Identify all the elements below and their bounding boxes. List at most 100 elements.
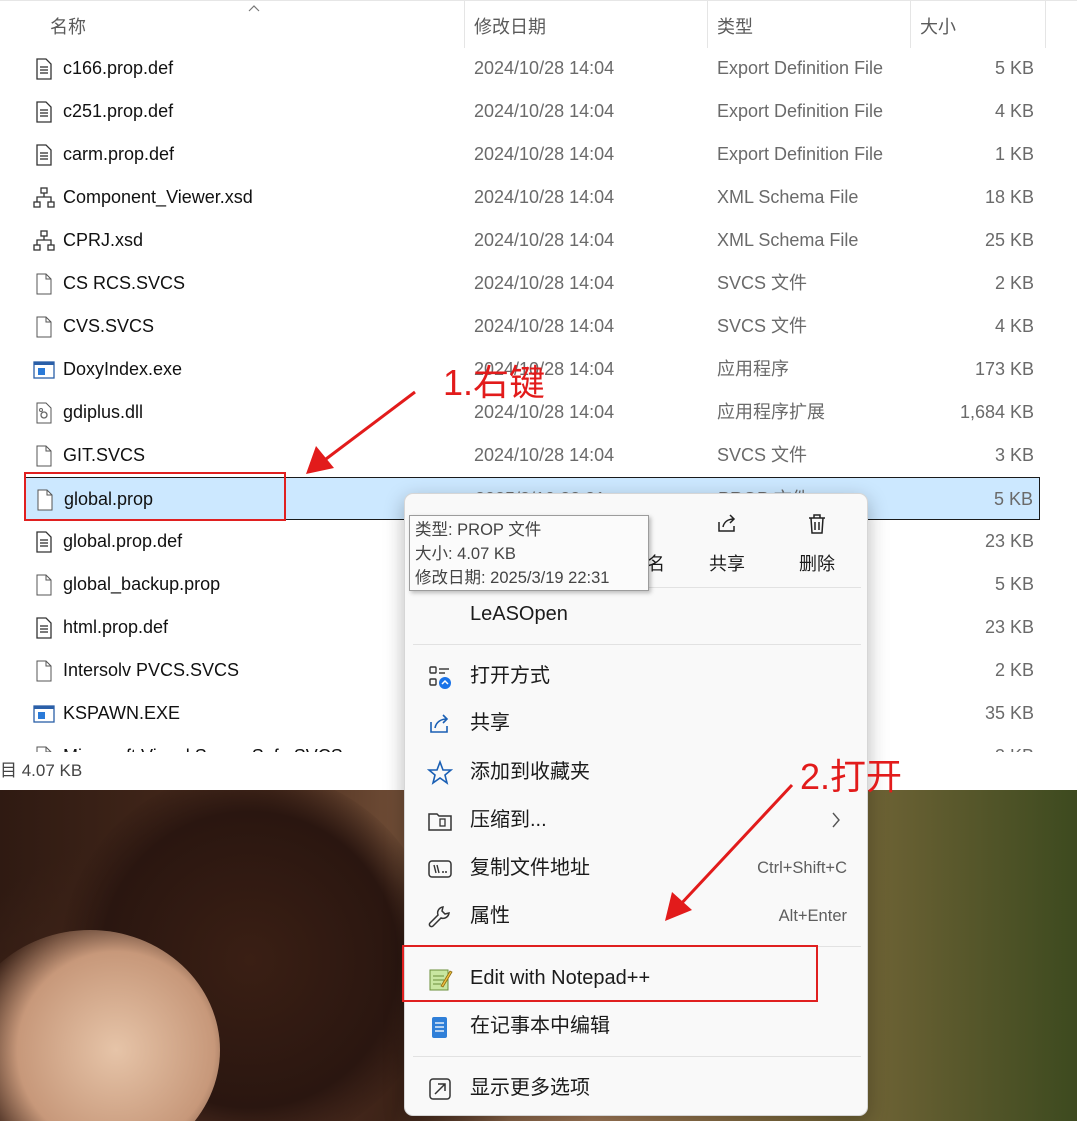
chevron-right-icon xyxy=(832,812,840,828)
file-date: 2024/10/28 14:04 xyxy=(474,144,615,164)
text-document-icon xyxy=(33,58,55,80)
file-name: global_backup.prop xyxy=(63,574,221,594)
quick-delete-button[interactable]: 删除 xyxy=(777,512,857,574)
file-size: 2 KB xyxy=(994,273,1034,293)
application-icon xyxy=(33,359,55,381)
menu-divider xyxy=(413,1056,861,1057)
tooltip-type: 类型: PROP 文件 xyxy=(415,521,542,539)
file-size: 23 KB xyxy=(984,617,1034,637)
file-name: KSPAWN.EXE xyxy=(63,703,181,723)
file-name: html.prop.def xyxy=(63,617,169,637)
dll-gear-icon xyxy=(33,402,55,424)
annotation-box-notepadpp xyxy=(402,945,818,1002)
tooltip-size: 大小: 4.07 KB xyxy=(415,545,516,563)
blank-file-icon xyxy=(33,574,55,596)
column-header-size[interactable]: 大小 xyxy=(912,1,1046,48)
wrench-icon xyxy=(428,906,450,928)
menu-item-label: 打开方式 xyxy=(470,665,550,687)
copy-path-icon xyxy=(428,860,452,878)
file-name: c251.prop.def xyxy=(63,101,174,121)
xml-schema-icon xyxy=(33,230,55,252)
file-type: 应用程序 xyxy=(717,359,789,379)
menu-item-leasopen[interactable]: LeASOpen xyxy=(413,591,861,637)
blank-file-icon xyxy=(33,445,55,467)
file-info-tooltip: 类型: PROP 文件 大小: 4.07 KB 修改日期: 2025/3/19 … xyxy=(409,515,649,591)
file-date: 2024/10/28 14:04 xyxy=(474,58,615,78)
file-size: 35 KB xyxy=(984,703,1034,723)
file-size: 3 KB xyxy=(994,445,1034,465)
column-header-name[interactable]: 名称 xyxy=(42,1,465,48)
file-name: CVS.SVCS xyxy=(63,316,155,336)
column-header-date[interactable]: 修改日期 xyxy=(466,1,708,48)
trash-icon xyxy=(809,514,825,534)
star-icon xyxy=(427,760,453,785)
menu-item-label: 显示更多选项 xyxy=(470,1077,590,1099)
menu-item-share[interactable]: 共享 xyxy=(413,700,861,746)
share-icon xyxy=(430,714,449,733)
menu-item-label: 共享 xyxy=(470,712,510,734)
file-row[interactable]: CVS.SVCS 2024/10/28 14:04 SVCS 文件 4 KB xyxy=(24,305,1040,348)
blank-file-icon xyxy=(33,273,55,295)
menu-item-label: 属性 xyxy=(470,905,510,927)
file-name: c166.prop.def xyxy=(63,58,174,78)
file-row[interactable]: c166.prop.def 2024/10/28 14:04 Export Defi… xyxy=(24,47,1040,90)
file-row[interactable]: CS RCS.SVCS 2024/10/28 14:04 SVCS 文件 2 KB xyxy=(24,262,1040,305)
file-name: Component_Viewer.xsd xyxy=(63,187,253,207)
file-size: 5 KB xyxy=(994,574,1034,594)
file-row[interactable]: CPRJ.xsd 2024/10/28 14:04 XML Schema File 2… xyxy=(24,219,1040,262)
file-name: carm.prop.def xyxy=(63,144,175,164)
file-name: gdiplus.dll xyxy=(63,402,144,422)
file-size: 5 KB xyxy=(994,58,1034,78)
file-date: 2024/10/28 14:04 xyxy=(474,273,615,293)
file-name: GIT.SVCS xyxy=(63,445,146,465)
menu-divider xyxy=(413,644,861,645)
menu-item-shortcut: Alt+Enter xyxy=(778,907,847,925)
file-row[interactable]: Component_Viewer.xsd 2024/10/28 14:04 XML … xyxy=(24,176,1040,219)
file-row[interactable]: c251.prop.def 2024/10/28 14:04 Export Defi… xyxy=(24,90,1040,133)
menu-item-edit-notepad[interactable]: 在记事本中编辑 xyxy=(413,1003,861,1049)
file-date: 2024/10/28 14:04 xyxy=(474,316,615,336)
menu-item-label: LeASOpen xyxy=(470,603,568,625)
file-row[interactable]: carm.prop.def 2024/10/28 14:04 Export Defi… xyxy=(24,133,1040,176)
file-size: 23 KB xyxy=(984,531,1034,551)
file-size: 1,684 KB xyxy=(959,402,1034,422)
quick-share-button[interactable]: 共享 xyxy=(687,512,767,574)
file-size: 4 KB xyxy=(994,316,1034,336)
quick-delete-label: 删除 xyxy=(799,554,835,574)
text-document-icon xyxy=(33,617,55,639)
file-type: XML Schema File xyxy=(717,230,859,250)
zip-folder-icon xyxy=(428,813,452,831)
text-document-icon xyxy=(33,144,55,166)
file-size: 4 KB xyxy=(994,101,1034,121)
menu-item-properties[interactable]: 属性 Alt+Enter xyxy=(413,893,861,939)
file-name: CPRJ.xsd xyxy=(63,230,144,250)
menu-item-copy-path[interactable]: 复制文件地址 Ctrl+Shift+C xyxy=(413,845,861,891)
rename-button-label[interactable]: 名 xyxy=(647,550,665,576)
menu-item-label: 在记事本中编辑 xyxy=(470,1015,610,1037)
text-document-icon xyxy=(33,531,55,553)
file-type: SVCS 文件 xyxy=(717,273,808,293)
menu-item-label: 复制文件地址 xyxy=(470,857,590,879)
file-type: 应用程序扩展 xyxy=(717,402,825,422)
menu-item-label: 压缩到... xyxy=(470,809,547,831)
menu-item-more-options[interactable]: 显示更多选项 xyxy=(413,1065,861,1111)
file-row[interactable]: GIT.SVCS 2024/10/28 14:04 SVCS 文件 3 KB xyxy=(24,434,1040,477)
file-date: 2024/10/28 14:04 xyxy=(474,187,615,207)
menu-item-open-with[interactable]: 打开方式 xyxy=(413,653,861,699)
file-date: 2024/10/28 14:04 xyxy=(474,101,615,121)
column-header-type[interactable]: 类型 xyxy=(709,1,911,48)
menu-item-shortcut: Ctrl+Shift+C xyxy=(757,859,847,877)
file-type: Export Definition File xyxy=(717,144,884,164)
open-with-icon xyxy=(429,666,451,689)
column-header-row: 名称 修改日期 类型 大小 xyxy=(0,0,1077,48)
text-document-icon xyxy=(33,101,55,123)
annotation-step1-label: 1.右键 xyxy=(443,362,546,403)
menu-item-compress[interactable]: 压缩到... xyxy=(413,797,861,843)
notepad-icon xyxy=(432,1017,447,1038)
xml-schema-icon xyxy=(33,187,55,209)
blank-file-icon xyxy=(33,660,55,682)
file-name: global.prop.def xyxy=(63,531,183,551)
menu-item-add-favorites[interactable]: 添加到收藏夹 xyxy=(413,749,861,795)
file-size: 2 KB xyxy=(994,660,1034,680)
annotation-step2-label: 2.打开 xyxy=(800,756,903,797)
